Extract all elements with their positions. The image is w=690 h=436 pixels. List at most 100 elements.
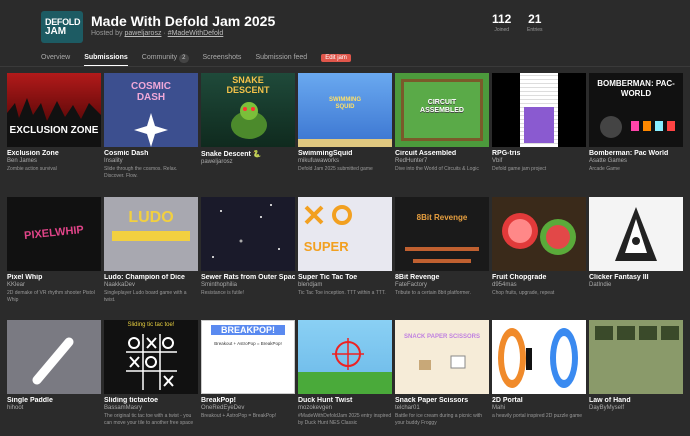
game-description: Defold Jam 2025 submitted game	[298, 166, 373, 172]
game-card[interactable]: COSMIC DASH Cosmic Dash Insality Slide t…	[104, 73, 198, 179]
game-author[interactable]: RedHunter7	[395, 158, 489, 164]
game-card[interactable]: BREAKPOP! Breakout + AstroPop = BreakPop…	[201, 320, 295, 420]
game-thumbnail[interactable]: LUDO	[104, 197, 198, 271]
game-title[interactable]: Bomberman: Pac World	[589, 150, 683, 157]
tab-screenshots[interactable]: Screenshots	[203, 52, 242, 66]
game-author[interactable]: NaakkaDev	[104, 282, 198, 288]
game-author[interactable]: DayByMyself	[589, 405, 683, 411]
game-thumbnail[interactable]	[589, 320, 683, 394]
game-title[interactable]: Circuit Assembled	[395, 150, 489, 157]
tab-submissions[interactable]: Submissions	[84, 52, 128, 66]
game-description: Tic Tac Toe inception. TTT within a TTT.	[298, 290, 386, 296]
tab-overview[interactable]: Overview	[41, 52, 70, 66]
game-thumbnail[interactable]: 8Bit Revenge	[395, 197, 489, 271]
portal-icon	[498, 328, 578, 388]
game-author[interactable]: blendjam	[298, 282, 392, 288]
game-thumbnail[interactable]: SUPER	[298, 197, 392, 271]
game-thumbnail[interactable]: PIXELWHIP	[7, 197, 101, 271]
game-title[interactable]: Ludo: Champion of Dice	[104, 274, 198, 281]
game-author[interactable]: Vbif	[492, 158, 586, 164]
game-title[interactable]: Pixel Whip	[7, 274, 101, 281]
game-title[interactable]: Single Paddle	[7, 397, 101, 404]
game-card[interactable]: Fruit Chopgrade d954mas Chop fruits, upg…	[492, 197, 586, 297]
game-thumbnail[interactable]	[7, 320, 101, 394]
tictactoe-grid-icon	[126, 334, 177, 390]
game-title[interactable]: Law of Hand	[589, 397, 683, 404]
game-thumbnail[interactable]	[298, 320, 392, 394]
game-card[interactable]: SWIMMING SQUID SwimmingSquid mikufuwawor…	[298, 73, 392, 173]
game-author[interactable]: Insality	[104, 158, 198, 164]
game-card[interactable]: SNAKE DESCENT Snake Descent 🐍 paweljaros…	[201, 73, 295, 167]
game-card[interactable]: Sliding tic tac toe! Sliding tictactoe B…	[104, 320, 198, 426]
game-card[interactable]: 2D Portal Mahi a heavily portal inspired…	[492, 320, 586, 420]
game-card[interactable]: Duck Hunt Twist mozokevgen #MadeWithDefo…	[298, 320, 392, 426]
game-thumbnail[interactable]: EXCLUSION ZONE	[7, 73, 101, 147]
game-card[interactable]: 8Bit Revenge 8Bit Revenge FateFactory Tr…	[395, 197, 489, 297]
game-thumbnail[interactable]: SNACK PAPER SCISSORS	[395, 320, 489, 394]
game-author[interactable]: DatIndie	[589, 282, 683, 288]
hashtag-link[interactable]: #MadeWithDefold	[168, 30, 224, 37]
game-title[interactable]: Exclusion Zone	[7, 150, 101, 157]
host-link[interactable]: paweljarosz	[124, 30, 161, 37]
game-title[interactable]: Snake Descent 🐍	[201, 150, 295, 158]
game-card[interactable]: Clicker Fantasy III DatIndie	[589, 197, 683, 290]
game-author[interactable]: Asatte Games	[589, 158, 683, 164]
tab-community[interactable]: Community 2	[142, 52, 189, 66]
star-icon	[134, 113, 168, 147]
game-thumbnail[interactable]	[589, 197, 683, 271]
game-author[interactable]: Mahi	[492, 405, 586, 411]
game-author[interactable]: telchar01	[395, 405, 489, 411]
game-title[interactable]: 2D Portal	[492, 397, 586, 404]
game-title[interactable]: Fruit Chopgrade	[492, 274, 586, 281]
game-title[interactable]: RPG-tris	[492, 150, 586, 157]
game-card[interactable]: SUPER Super Tic Tac Toe blendjam Tic Tac…	[298, 197, 392, 297]
game-card[interactable]: PIXELWHIP Pixel Whip KKlear 2D demake of…	[7, 197, 101, 303]
game-author[interactable]: Sminthophilia	[201, 282, 295, 288]
game-thumbnail[interactable]: Sliding tic tac toe!	[104, 320, 198, 394]
game-card[interactable]: CIRCUIT ASSEMBLED Circuit Assembled RedH…	[395, 73, 489, 173]
game-author[interactable]: hihoot	[7, 405, 101, 411]
game-card[interactable]: Sewer Rats from Outer Space Sminthophili…	[201, 197, 295, 297]
game-title[interactable]: Cosmic Dash	[104, 150, 198, 157]
game-title[interactable]: Sliding tictactoe	[104, 397, 198, 404]
game-author[interactable]: OneRedEyeDev	[201, 405, 295, 411]
game-title[interactable]: 8Bit Revenge	[395, 274, 489, 281]
tabs-divider	[0, 66, 690, 67]
game-thumbnail[interactable]: BOMBERMAN: PAC-WORLD	[589, 73, 683, 147]
game-title[interactable]: Clicker Fantasy III	[589, 274, 683, 281]
game-thumbnail[interactable]: SWIMMING SQUID	[298, 73, 392, 147]
game-title[interactable]: BreakPop!	[201, 397, 295, 404]
edit-jam-button[interactable]: Edit jam	[321, 54, 351, 62]
game-card[interactable]: EXCLUSION ZONE Exclusion Zone Ben James …	[7, 73, 101, 173]
game-thumbnail[interactable]	[492, 320, 586, 394]
game-author[interactable]: d954mas	[492, 282, 586, 288]
game-title[interactable]: Sewer Rats from Outer Space	[201, 274, 295, 281]
game-card[interactable]: BOMBERMAN: PAC-WORLD Bomberman: Pac Worl…	[589, 73, 683, 173]
game-card[interactable]: Single Paddle hihoot	[7, 320, 101, 413]
game-thumbnail[interactable]	[492, 197, 586, 271]
game-card[interactable]: LUDO Ludo: Champion of Dice NaakkaDev Si…	[104, 197, 198, 303]
game-card[interactable]: Law of Hand DayByMyself	[589, 320, 683, 413]
game-title[interactable]: Super Tic Tac Toe	[298, 274, 392, 281]
game-author[interactable]: mozokevgen	[298, 405, 392, 411]
game-author[interactable]: Ben James	[7, 158, 101, 164]
game-title[interactable]: Snack Paper Scissors	[395, 397, 489, 404]
game-thumbnail[interactable]	[492, 73, 586, 147]
game-title[interactable]: Duck Hunt Twist	[298, 397, 392, 404]
jam-logo[interactable]: DEFOLD JAM	[41, 11, 83, 43]
game-author[interactable]: FateFactory	[395, 282, 489, 288]
card-slots-icon	[595, 326, 679, 340]
game-card[interactable]: SNACK PAPER SCISSORS Snack Paper Scissor…	[395, 320, 489, 426]
game-thumbnail[interactable]: CIRCUIT ASSEMBLED	[395, 73, 489, 147]
game-author[interactable]: paweljarosz	[201, 159, 295, 165]
game-card[interactable]: RPG-tris Vbif Defold game jam project	[492, 73, 586, 173]
game-thumbnail[interactable]: SNAKE DESCENT	[201, 73, 295, 147]
game-thumbnail[interactable]	[201, 197, 295, 271]
game-author[interactable]: BassamMasry	[104, 405, 198, 411]
game-author[interactable]: mikufuwaworks	[298, 158, 392, 164]
game-title[interactable]: SwimmingSquid	[298, 150, 392, 157]
game-author[interactable]: KKlear	[7, 282, 101, 288]
tab-submission-feed[interactable]: Submission feed	[255, 52, 307, 66]
game-thumbnail[interactable]: COSMIC DASH	[104, 73, 198, 147]
game-thumbnail[interactable]: BREAKPOP! Breakout + AstroPop = BreakPop…	[201, 320, 295, 394]
